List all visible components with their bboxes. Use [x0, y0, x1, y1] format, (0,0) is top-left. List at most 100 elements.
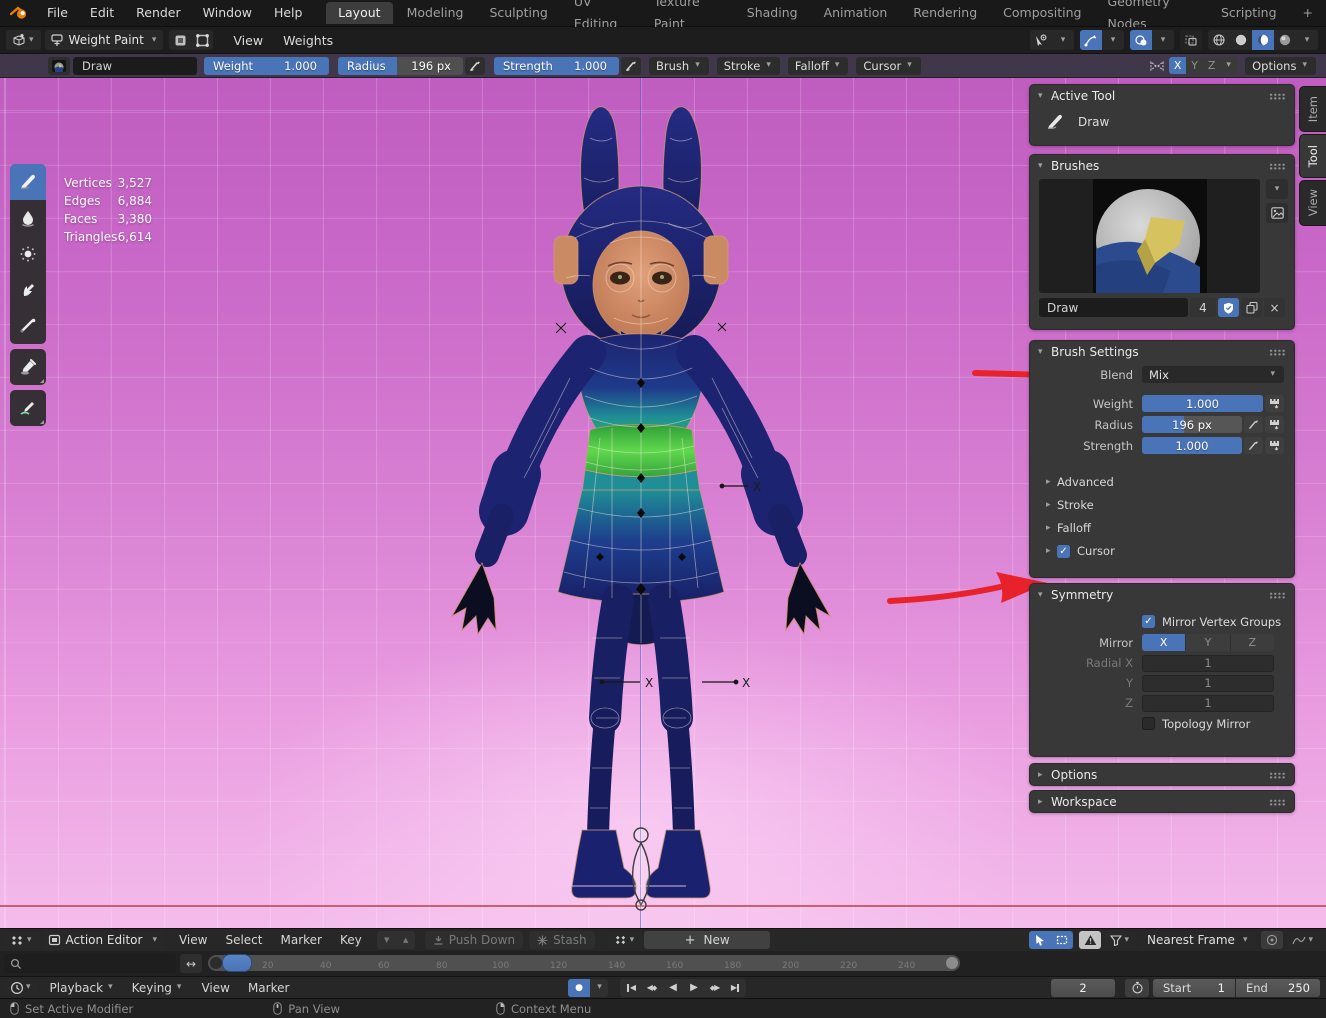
dopesheet-menu-marker[interactable]: Marker: [272, 933, 331, 947]
workspace-tab-layout[interactable]: Layout: [326, 2, 393, 24]
unified-radius-toggle[interactable]: [1265, 416, 1284, 433]
falloff-popover[interactable]: Falloff▾: [788, 57, 849, 75]
radius-pressure-toggle[interactable]: [465, 57, 485, 75]
shading-rendered-button[interactable]: [1274, 30, 1296, 50]
strength-slider[interactable]: Strength 1.000: [494, 57, 619, 75]
panel-symmetry-header[interactable]: ▾ Symmetry: [1030, 584, 1294, 606]
workspace-tab-compositing[interactable]: Compositing: [991, 2, 1093, 24]
subpanel-cursor[interactable]: ▸✓Cursor: [1030, 541, 1294, 561]
menu-window[interactable]: Window: [192, 0, 263, 26]
unified-weight-toggle[interactable]: [1265, 395, 1284, 412]
channel-search-input[interactable]: [4, 954, 176, 973]
end-frame-field[interactable]: End250: [1236, 979, 1320, 997]
dopesheet-menu-key[interactable]: Key: [331, 933, 371, 947]
jump-to-start-button[interactable]: ◀: [620, 979, 641, 997]
brush-preview-box[interactable]: [1039, 179, 1260, 293]
workspace-tab-sculpting[interactable]: Sculpting: [477, 2, 559, 24]
stash-button[interactable]: Stash: [529, 931, 595, 949]
sidebar-tab-view[interactable]: View: [1299, 180, 1326, 226]
radius-slider[interactable]: Radius 196 px: [338, 57, 463, 75]
radial-z-field[interactable]: 1: [1142, 695, 1274, 712]
dopesheet-menu-view[interactable]: View: [170, 933, 216, 947]
tool-blur-button[interactable]: [10, 200, 46, 236]
brush-select-dropdown[interactable]: ▾: [1266, 179, 1288, 199]
overlays-dropdown[interactable]: ▾: [1152, 30, 1174, 50]
strength-value-slider[interactable]: 1.000: [1142, 437, 1242, 454]
brush-name-field[interactable]: Draw: [1039, 298, 1188, 317]
symmetry-z-toggle[interactable]: Z: [1231, 634, 1274, 651]
timeline-menu-marker[interactable]: Marker: [239, 981, 298, 995]
previous-keyframe-button[interactable]: ◀◆: [641, 979, 662, 997]
new-action-button[interactable]: + New: [644, 931, 770, 949]
viewport-menu-weights[interactable]: Weights: [273, 33, 343, 48]
paint-mask-face-toggle[interactable]: [169, 30, 191, 50]
menu-render[interactable]: Render: [125, 0, 192, 26]
move-channel-up-button[interactable]: ▲: [396, 931, 415, 949]
workspace-tab-shading[interactable]: Shading: [735, 2, 810, 24]
expand-channels-button[interactable]: ↔: [180, 954, 202, 973]
editor-type-timeline-button[interactable]: ▾: [5, 979, 38, 997]
auto-keying-record-button[interactable]: ●: [568, 979, 590, 997]
next-keyframe-button[interactable]: ◆▶: [704, 979, 725, 997]
brush-users-count[interactable]: 4: [1190, 298, 1216, 317]
radius-pressure-toggle[interactable]: [1244, 416, 1263, 433]
mirror-x-toggle[interactable]: X: [1169, 57, 1186, 74]
viewport-3d[interactable]: X X X Vertices3,527 Edges6,884 Faces3,38…: [0, 78, 1326, 928]
tool-average-button[interactable]: [10, 236, 46, 272]
select-box-button[interactable]: [1051, 931, 1073, 949]
shading-wireframe-button[interactable]: [1208, 30, 1230, 50]
subpanel-advanced[interactable]: ▸Advanced: [1030, 472, 1294, 492]
topology-mirror-checkbox[interactable]: [1142, 717, 1155, 730]
cursor-checkbox[interactable]: ✓: [1057, 545, 1070, 558]
brush-popover[interactable]: Brush▾: [649, 57, 709, 75]
select-tweak-button[interactable]: [1029, 931, 1051, 949]
move-channel-down-button[interactable]: ▼: [377, 931, 396, 949]
radius-value-slider[interactable]: 196 px: [1142, 416, 1242, 433]
show-gizmos-toggle[interactable]: [1080, 30, 1102, 50]
panel-grip-icon[interactable]: [1269, 592, 1286, 599]
mirror-y-toggle[interactable]: Y: [1186, 57, 1203, 74]
workspace-tab-modeling[interactable]: Modeling: [395, 2, 476, 24]
stroke-popover[interactable]: Stroke▾: [717, 57, 780, 75]
panel-workspace[interactable]: ▸ Workspace: [1029, 790, 1295, 813]
keying-set-dropdown[interactable]: ▾: [590, 979, 608, 997]
tool-smear-button[interactable]: [10, 272, 46, 308]
paint-mask-vertex-toggle[interactable]: [191, 30, 213, 50]
brush-preview-image-button[interactable]: [1266, 203, 1288, 223]
start-frame-field[interactable]: Start1: [1153, 979, 1235, 997]
weight-slider[interactable]: Weight 1.000: [204, 57, 329, 75]
active-brush-button[interactable]: Draw: [73, 57, 197, 75]
gizmos-dropdown[interactable]: ▾: [1052, 30, 1074, 50]
blend-mode-dropdown[interactable]: Mix ▾: [1142, 366, 1284, 383]
menu-edit[interactable]: Edit: [79, 0, 125, 26]
panel-grip-icon[interactable]: [1269, 799, 1286, 806]
viewport-menu-view[interactable]: View: [223, 33, 273, 48]
show-overlays-toggle[interactable]: [1130, 30, 1152, 50]
tool-annotate-button[interactable]: [10, 390, 46, 426]
unified-strength-toggle[interactable]: [1265, 437, 1284, 454]
panel-grip-icon[interactable]: [1269, 772, 1286, 779]
snap-mode-dropdown[interactable]: Nearest Frame ▾: [1140, 931, 1256, 949]
workspace-tab-scripting[interactable]: Scripting: [1209, 2, 1289, 24]
dopesheet-mode-dropdown[interactable]: Action Editor ▾: [43, 931, 164, 949]
blender-logo-icon[interactable]: [10, 6, 28, 20]
subpanel-falloff[interactable]: ▸Falloff: [1030, 518, 1294, 538]
filter-popover[interactable]: ▾: [1105, 931, 1136, 949]
browse-action-button[interactable]: ▾: [609, 931, 642, 949]
timeline-menu-keying[interactable]: Keying▾: [124, 979, 189, 997]
use-preview-range-toggle[interactable]: [1125, 979, 1149, 997]
timeline-menu-playback[interactable]: Playback▾: [42, 979, 120, 997]
subpanel-stroke[interactable]: ▸Stroke: [1030, 495, 1294, 515]
panel-grip-icon[interactable]: [1269, 349, 1286, 356]
timeline-menu-view[interactable]: View: [192, 981, 238, 995]
options-popover[interactable]: Options▾: [1245, 57, 1316, 75]
gizmo-settings-dropdown[interactable]: ▾: [1102, 30, 1124, 50]
proportional-falloff-dropdown[interactable]: ▾: [1287, 931, 1320, 949]
frame-scrubber[interactable]: 20 40 60 80 100 120 140 160 180 200 220 …: [208, 951, 966, 976]
shading-material-preview-button[interactable]: [1252, 30, 1274, 50]
tool-draw-button[interactable]: [10, 164, 46, 200]
play-reverse-button[interactable]: ◀: [662, 979, 683, 997]
sidebar-tab-tool[interactable]: Tool: [1299, 134, 1326, 178]
workspace-tab-animation[interactable]: Animation: [812, 2, 900, 24]
strength-pressure-toggle[interactable]: [1244, 437, 1263, 454]
